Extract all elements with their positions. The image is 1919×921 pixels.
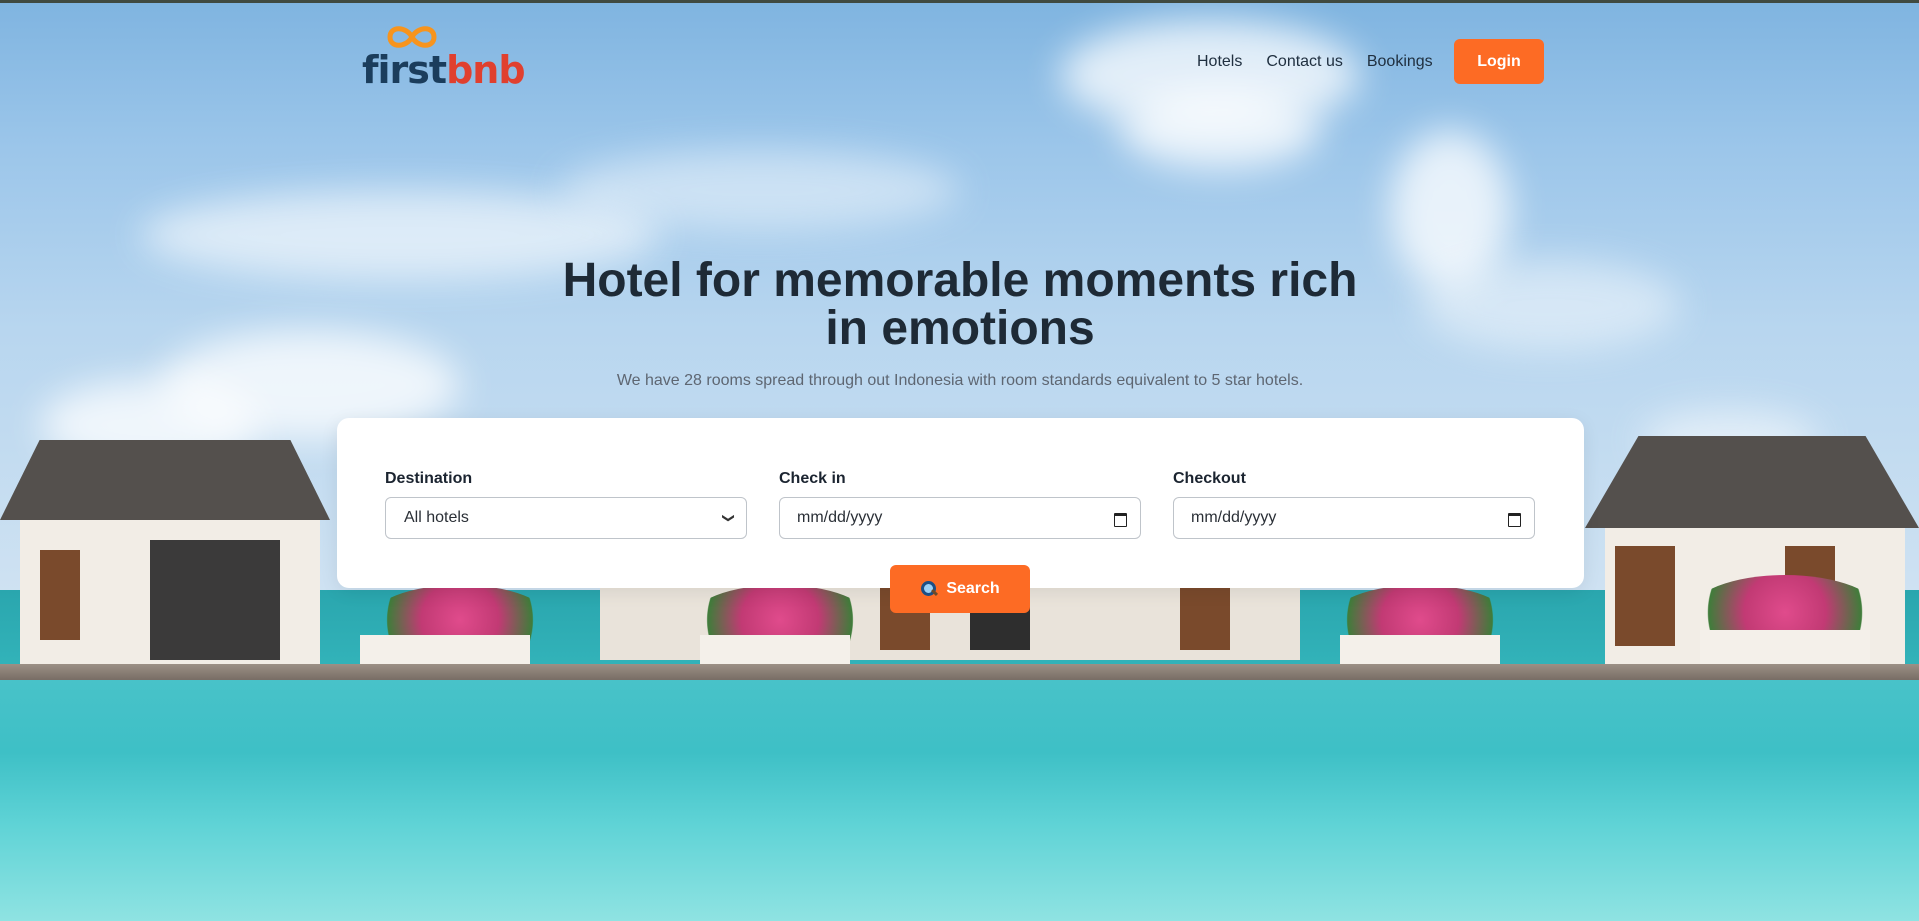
checkin-field: Check in mm/dd/yyyy bbox=[779, 470, 1141, 539]
nav-link-bookings[interactable]: Bookings bbox=[1367, 50, 1433, 74]
search-card: Destination All hotels ❯ Check in mm/dd/… bbox=[337, 418, 1584, 588]
destination-field: Destination All hotels ❯ bbox=[385, 470, 747, 539]
checkin-label: Check in bbox=[779, 470, 846, 487]
search-button[interactable]: Search bbox=[890, 565, 1030, 613]
login-button[interactable]: Login bbox=[1454, 39, 1544, 84]
checkout-label: Checkout bbox=[1173, 470, 1246, 487]
calendar-icon[interactable] bbox=[1114, 511, 1128, 527]
calendar-icon[interactable] bbox=[1508, 511, 1522, 527]
destination-label: Destination bbox=[385, 470, 473, 487]
logo-wordmark: firstbnb bbox=[362, 48, 526, 92]
logo-wordmark-bnb: bnb bbox=[446, 48, 525, 92]
main-nav: Hotels Contact us Bookings bbox=[1197, 50, 1433, 74]
checkin-placeholder: mm/dd/yyyy bbox=[797, 509, 883, 526]
checkout-field: Checkout mm/dd/yyyy bbox=[1173, 470, 1535, 539]
hero-subtitle: We have 28 rooms spread through out Indo… bbox=[616, 372, 1304, 389]
nav-link-hotels[interactable]: Hotels bbox=[1197, 50, 1242, 74]
destination-select[interactable]: All hotels ❯ bbox=[385, 497, 747, 539]
top-border bbox=[0, 0, 1919, 3]
firstbnb-logo[interactable]: firstbnb bbox=[362, 22, 526, 92]
checkout-date-input[interactable]: mm/dd/yyyy bbox=[1173, 497, 1535, 539]
chevron-down-icon: ❯ bbox=[721, 512, 736, 524]
destination-value: All hotels bbox=[404, 509, 469, 526]
magnifier-icon bbox=[920, 580, 938, 598]
search-button-label: Search bbox=[946, 580, 1000, 597]
logo-wordmark-first: first bbox=[362, 48, 447, 92]
checkin-date-input[interactable]: mm/dd/yyyy bbox=[779, 497, 1141, 539]
checkout-placeholder: mm/dd/yyyy bbox=[1191, 509, 1277, 526]
nav-link-contact-us[interactable]: Contact us bbox=[1266, 50, 1342, 74]
hero-title: Hotel for memorable moments rich in emot… bbox=[562, 254, 1358, 355]
